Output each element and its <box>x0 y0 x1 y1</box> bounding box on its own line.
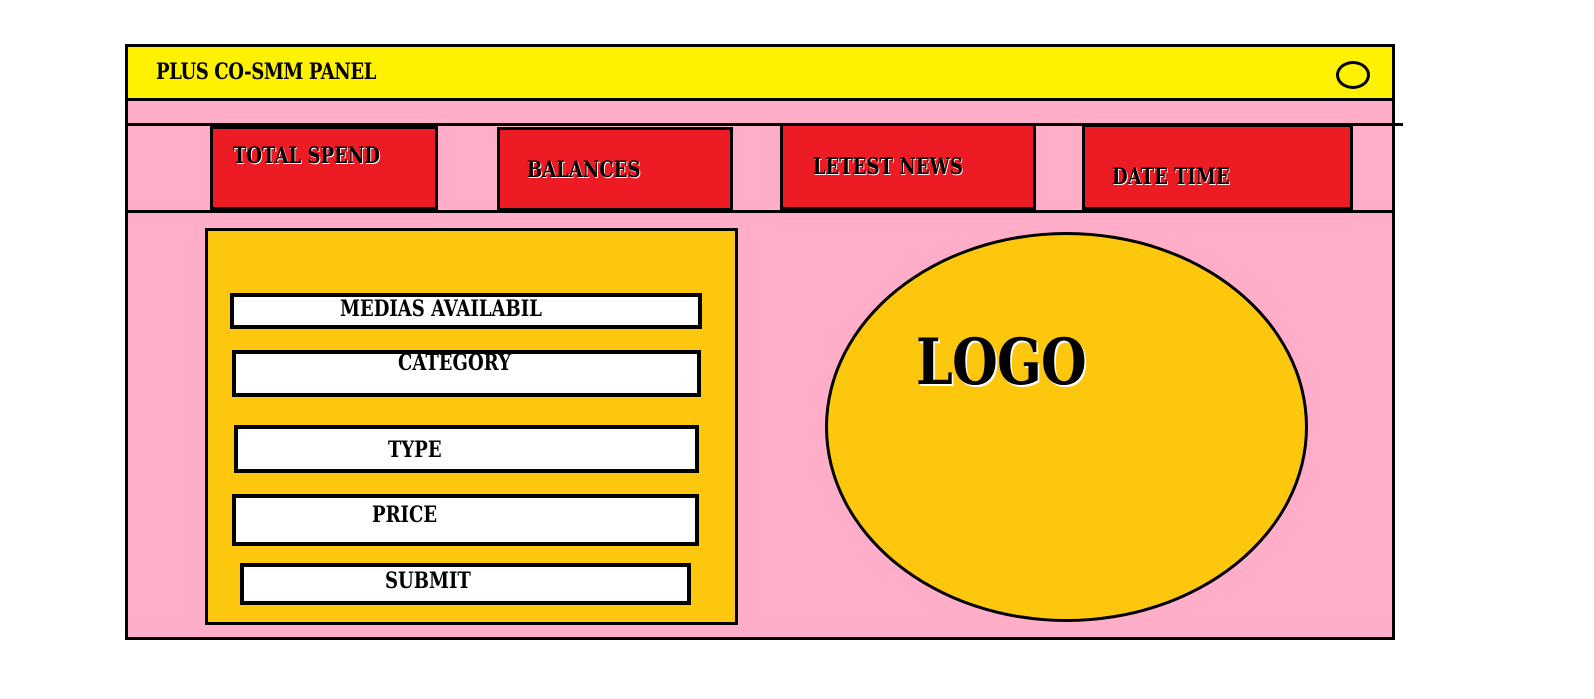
price-label: PRICE <box>372 502 438 528</box>
stats-divider-bottom <box>128 210 1392 213</box>
type-label: TYPE <box>388 437 442 463</box>
category-label: CATEGORY <box>398 350 511 376</box>
submit-button[interactable]: SUBMIT <box>240 563 691 605</box>
total-spend-card[interactable]: TOTAL SPEND <box>210 126 438 210</box>
date-time-card[interactable]: DATE TIME <box>1082 124 1353 210</box>
circle-icon[interactable] <box>1336 61 1370 89</box>
latest-news-card[interactable]: LETEST NEWS <box>780 123 1036 210</box>
category-field[interactable]: CATEGORY <box>232 350 701 397</box>
balances-card[interactable]: BALANCES <box>497 127 733 211</box>
panel-window: PLUS CO-SMM PANEL TOTAL SPEND BALANCES L… <box>125 44 1403 640</box>
balances-label: BALANCES <box>527 157 641 183</box>
logo-text: LOGO <box>916 325 1087 400</box>
date-time-label: DATE TIME <box>1112 164 1230 190</box>
latest-news-label: LETEST NEWS <box>813 154 963 180</box>
title-bar: PLUS CO-SMM PANEL <box>128 47 1392 101</box>
total-spend-label: TOTAL SPEND <box>233 143 381 169</box>
submit-label: SUBMIT <box>385 568 471 594</box>
price-field[interactable]: PRICE <box>232 494 699 546</box>
logo-placeholder: LOGO <box>825 232 1308 622</box>
medias-available-field[interactable]: MEDIAS AVAILABIL <box>230 293 702 329</box>
app-title: PLUS CO-SMM PANEL <box>156 59 376 85</box>
type-field[interactable]: TYPE <box>234 425 699 473</box>
medias-available-label: MEDIAS AVAILABIL <box>340 296 542 322</box>
order-form: MEDIAS AVAILABIL CATEGORY TYPE PRICE SUB… <box>205 228 738 625</box>
